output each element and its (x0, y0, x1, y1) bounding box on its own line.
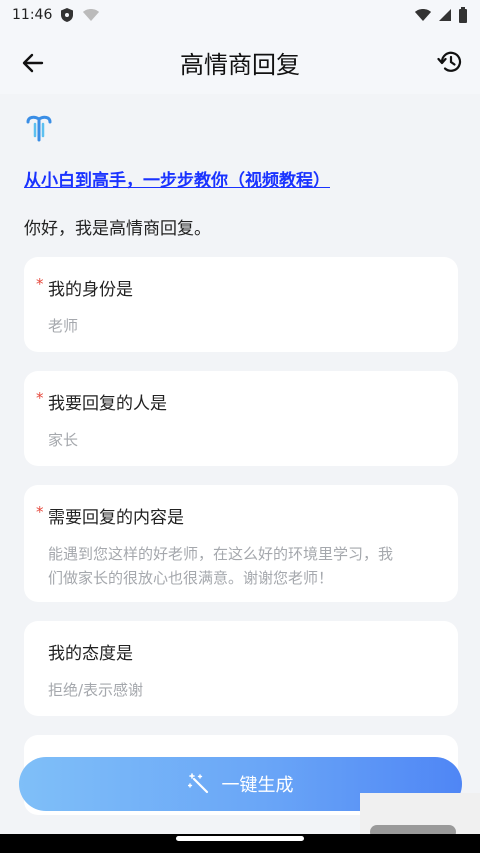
signal-icon (439, 9, 451, 21)
app-logo (24, 114, 54, 148)
required-mark: * (36, 275, 44, 293)
identity-value: 老师 (48, 317, 79, 335)
arrow-left-icon (22, 53, 44, 73)
identity-card[interactable]: * 我的身份是 老师 (24, 257, 458, 352)
attitude-label: 我的态度是 (48, 644, 133, 664)
greeting-text: 你好，我是高情商回复。 (24, 219, 211, 239)
wifi-icon (415, 9, 431, 21)
identity-label: * 我的身份是 (36, 275, 133, 300)
magic-wand-icon (187, 773, 208, 794)
battery-icon (459, 7, 467, 23)
message-content-label: * 需要回复的内容是 (36, 503, 184, 528)
attitude-value: 拒绝/表示感谢 (48, 681, 144, 699)
status-bar: 11:46 (0, 0, 480, 30)
message-content-value: 能遇到您这样的好老师，在这么好的环境里学习，我 们做家长的很放心也很满意。谢谢您… (48, 545, 394, 587)
shield-icon (61, 8, 74, 22)
status-time: 11:46 (12, 7, 53, 23)
app-logo-icon (26, 115, 52, 142)
recipient-card[interactable]: * 我要回复的人是 家长 (24, 371, 458, 466)
recipient-label: * 我要回复的人是 (36, 389, 167, 414)
home-indicator[interactable] (176, 836, 304, 841)
generate-button-label: 一键生成 (221, 775, 294, 796)
recipient-value: 家长 (48, 431, 79, 449)
video-tutorial-link[interactable]: 从小白到高手，一步步教你（视频教程） (24, 166, 330, 191)
app-bar: 高情商回复 (0, 30, 480, 94)
history-icon (437, 51, 462, 72)
main-content: 从小白到高手，一步步教你（视频教程） 你好，我是高情商回复。 * 我的身份是 老… (0, 94, 480, 834)
back-button[interactable] (18, 48, 48, 78)
attitude-card[interactable]: 我的态度是 拒绝/表示感谢 (24, 621, 458, 716)
page-title: 高情商回复 (180, 50, 300, 79)
message-content-card[interactable]: * 需要回复的内容是 能遇到您这样的好老师，在这么好的环境里学习，我 们做家长的… (24, 485, 458, 602)
required-mark: * (36, 389, 44, 407)
required-mark: * (36, 503, 44, 521)
wifi-question-icon (83, 9, 100, 21)
history-button[interactable] (434, 46, 466, 78)
